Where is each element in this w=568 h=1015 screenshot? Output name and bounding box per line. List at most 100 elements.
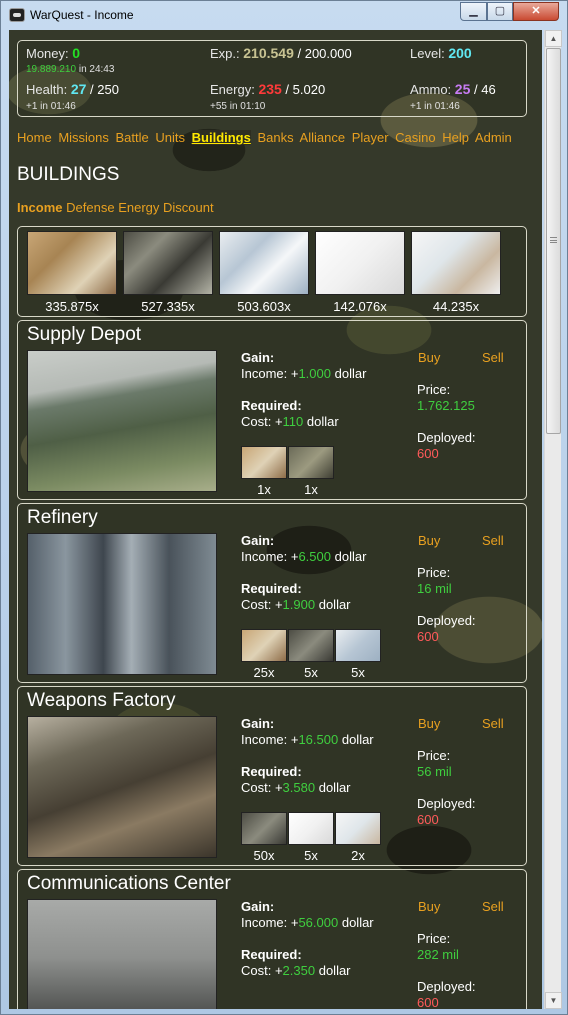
title-bar[interactable]: WarQuest - Income ▁ ▢ ✕ bbox=[1, 1, 567, 29]
engineer-unit-image[interactable] bbox=[315, 231, 405, 295]
unit-strip: 335.875x 527.335x 503.603x 142.076x 44.2… bbox=[17, 226, 527, 317]
cost-line: Cost: +3.580 dollar bbox=[241, 780, 351, 795]
cost-line: Cost: +110 dollar bbox=[241, 414, 339, 429]
required-heading: Required: bbox=[241, 947, 302, 962]
buy-link[interactable]: Buy bbox=[418, 350, 440, 365]
scroll-thumb[interactable] bbox=[546, 48, 561, 434]
gain-heading: Gain: bbox=[241, 716, 275, 731]
health-value: 27 bbox=[70, 81, 87, 97]
cost-value: 3.580 bbox=[282, 780, 316, 795]
energy-stat: Energy: 235 / 5.020 bbox=[210, 81, 325, 97]
sell-link[interactable]: Sell bbox=[482, 533, 504, 548]
scroll-down-icon[interactable]: ▼ bbox=[545, 992, 562, 1009]
buy-link[interactable]: Buy bbox=[418, 899, 440, 914]
vertical-scrollbar[interactable]: ▲ ▼ bbox=[544, 30, 562, 1009]
gain-heading: Gain: bbox=[241, 899, 275, 914]
required-heading: Required: bbox=[241, 581, 302, 596]
deployed-value: 600 bbox=[417, 995, 439, 1009]
required-count: 5x bbox=[351, 665, 365, 680]
sell-link[interactable]: Sell bbox=[482, 899, 504, 914]
nav-casino[interactable]: Casino bbox=[395, 130, 435, 145]
money-timer: in 24:43 bbox=[78, 64, 115, 75]
income-line: Income: +16.500 dollar bbox=[241, 732, 374, 747]
income-value: 16.500 bbox=[298, 732, 339, 747]
building-card: Refinery Gain: Income: +6.500 dollar Req… bbox=[17, 503, 527, 683]
deployed-label: Deployed: bbox=[417, 430, 476, 445]
cost-unit: dollar bbox=[318, 780, 351, 795]
worker-unit-image[interactable] bbox=[27, 231, 117, 295]
close-button[interactable]: ✕ bbox=[513, 2, 559, 21]
deployed-value: 600 bbox=[417, 812, 439, 827]
cost-label: Cost: + bbox=[241, 963, 283, 978]
required-count: 5x bbox=[304, 848, 318, 863]
required-unit-image bbox=[288, 812, 334, 845]
required-heading: Required: bbox=[241, 398, 302, 413]
nav-buildings[interactable]: Buildings bbox=[191, 130, 251, 145]
minimize-button[interactable]: ▁ bbox=[460, 2, 487, 21]
income-line: Income: +56.000 dollar bbox=[241, 915, 374, 930]
price-value: 16 mil bbox=[417, 581, 452, 596]
money-sub: 19.889.210 in 24:43 bbox=[26, 64, 114, 75]
price-value: 56 mil bbox=[417, 764, 452, 779]
required-count: 1x bbox=[257, 482, 271, 497]
required-count: 1x bbox=[304, 482, 318, 497]
price-label: Price: bbox=[417, 931, 451, 946]
ammo-stat: Ammo: 25 / 46 bbox=[410, 81, 496, 97]
price-value: 1.762.125 bbox=[417, 398, 475, 413]
deployed-value: 600 bbox=[417, 446, 439, 461]
sell-link[interactable]: Sell bbox=[482, 716, 504, 731]
income-label: Income: + bbox=[241, 915, 299, 930]
cost-unit: dollar bbox=[318, 963, 351, 978]
bank-value: 19.889.210 bbox=[26, 64, 77, 75]
income-value: 56.000 bbox=[298, 915, 339, 930]
stats-panel: Money: 0 19.889.210 in 24:43 Exp.: 210.5… bbox=[17, 40, 527, 117]
ammo-value: 25 bbox=[454, 81, 471, 97]
deployed-label: Deployed: bbox=[417, 613, 476, 628]
nav-missions[interactable]: Missions bbox=[58, 130, 109, 145]
ammo-label: Ammo: bbox=[410, 82, 452, 97]
subnav-energy[interactable]: Energy bbox=[118, 200, 159, 215]
scroll-up-icon[interactable]: ▲ bbox=[545, 30, 562, 47]
nav-admin[interactable]: Admin bbox=[475, 130, 512, 145]
exp-stat: Exp.: 210.549 / 200.000 bbox=[210, 45, 352, 61]
cost-value: 2.350 bbox=[282, 963, 316, 978]
building-image bbox=[27, 716, 217, 858]
buy-link[interactable]: Buy bbox=[418, 533, 440, 548]
level-label: Level: bbox=[410, 46, 445, 61]
nav-battle[interactable]: Battle bbox=[116, 130, 149, 145]
deployed-label: Deployed: bbox=[417, 796, 476, 811]
nav-home[interactable]: Home bbox=[17, 130, 52, 145]
health-stat: Health: 27 / 250 bbox=[26, 81, 119, 97]
app-window: WarQuest - Income ▁ ▢ ✕ Money: 0 19.889.… bbox=[0, 0, 568, 1015]
maximize-button[interactable]: ▢ bbox=[487, 2, 513, 21]
mechanic-unit-image[interactable] bbox=[123, 231, 213, 295]
health-label: Health: bbox=[26, 82, 68, 97]
price-label: Price: bbox=[417, 565, 451, 580]
income-label: Income: + bbox=[241, 732, 299, 747]
income-label: Income: + bbox=[241, 366, 299, 381]
subnav-discount[interactable]: Discount bbox=[163, 200, 214, 215]
scientist-unit-image[interactable] bbox=[219, 231, 309, 295]
nav-help[interactable]: Help bbox=[442, 130, 469, 145]
required-count: 5x bbox=[304, 665, 318, 680]
subnav-defense[interactable]: Defense bbox=[66, 200, 114, 215]
unit-count-5: 44.235x bbox=[432, 299, 480, 314]
nav-banks[interactable]: Banks bbox=[257, 130, 293, 145]
app-icon bbox=[9, 8, 25, 22]
required-unit-image bbox=[241, 446, 287, 479]
buy-link[interactable]: Buy bbox=[418, 716, 440, 731]
ammo-timer: +1 in 01:46 bbox=[410, 101, 460, 112]
building-image bbox=[27, 533, 217, 675]
nav-units[interactable]: Units bbox=[155, 130, 185, 145]
energy-max: / 5.020 bbox=[285, 82, 326, 97]
nav-player[interactable]: Player bbox=[352, 130, 389, 145]
cost-unit: dollar bbox=[318, 597, 351, 612]
building-image bbox=[27, 899, 217, 1009]
subnav-income[interactable]: Income bbox=[17, 200, 63, 215]
required-unit-image bbox=[335, 812, 381, 845]
income-line: Income: +1.000 dollar bbox=[241, 366, 366, 381]
nav-alliance[interactable]: Alliance bbox=[300, 130, 346, 145]
sell-link[interactable]: Sell bbox=[482, 350, 504, 365]
unit-count-4: 142.076x bbox=[333, 299, 387, 314]
doctor-unit-image[interactable] bbox=[411, 231, 501, 295]
